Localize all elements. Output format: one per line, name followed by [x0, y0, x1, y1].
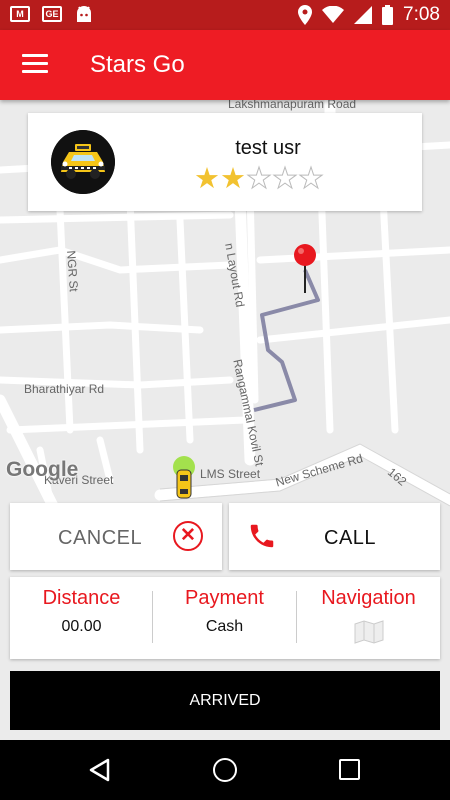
star-empty-icon: ★: [298, 163, 325, 195]
driver-rating: ★ ★ ★ ★ ★: [194, 163, 325, 195]
map-label-lakshmanapuram: Lakshmanapuram Road: [228, 100, 357, 111]
call-label: CALL: [324, 527, 377, 549]
gmail-notification-icon: M: [10, 6, 30, 22]
map-label-lms: LMS Street: [200, 467, 261, 481]
payment-value: Cash: [205, 618, 244, 635]
star-filled-icon: ★: [194, 163, 220, 195]
signal-icon: [354, 6, 373, 24]
google-logo[interactable]: Google: [6, 458, 78, 482]
navigation-label: Navigation: [321, 587, 416, 609]
payment-section: Payment Cash: [153, 577, 296, 659]
cancel-button[interactable]: CANCEL ✕: [10, 503, 222, 570]
payment-label: Payment: [185, 587, 264, 609]
map-label-ngr-st: NGR St: [64, 250, 81, 293]
app-title: Stars Go: [90, 51, 185, 78]
folded-map-icon: [354, 620, 383, 644]
call-button[interactable]: CALL: [229, 503, 440, 570]
star-empty-icon: ★: [272, 163, 299, 195]
arrived-button[interactable]: ARRIVED: [10, 671, 440, 730]
map-label-bharathiyar: Bharathiyar Rd: [24, 382, 105, 396]
recents-icon[interactable]: [339, 759, 360, 780]
menu-icon[interactable]: [22, 54, 48, 74]
navigation-button[interactable]: Navigation: [297, 577, 440, 659]
star-empty-icon: ★: [246, 163, 273, 195]
driver-card: test usr ★ ★ ★ ★ ★: [28, 113, 422, 211]
wifi-icon: [322, 6, 345, 23]
distance-label: Distance: [42, 587, 121, 609]
home-icon[interactable]: [213, 758, 237, 782]
system-nav-bar: [0, 740, 450, 800]
location-icon: [298, 5, 313, 25]
star-filled-icon: ★: [220, 163, 246, 195]
distance-value: 00.00: [61, 618, 102, 635]
status-time: 7:08: [403, 4, 440, 25]
driver-name: test usr: [235, 137, 301, 159]
app-bar: Stars Go: [0, 30, 450, 100]
android-notification-icon: [77, 6, 91, 22]
ge-notification-icon: GE: [42, 6, 62, 22]
trip-info-panel: Distance 00.00 Payment Cash Navigation: [10, 577, 440, 659]
cancel-circle-icon: ✕: [173, 521, 203, 551]
distance-section: Distance 00.00: [10, 577, 153, 659]
status-bar: M GE 7:08: [0, 0, 450, 30]
phone-icon: [250, 524, 274, 548]
cancel-label: CANCEL: [58, 527, 143, 549]
back-icon[interactable]: [88, 758, 110, 782]
battery-icon: [382, 5, 394, 25]
